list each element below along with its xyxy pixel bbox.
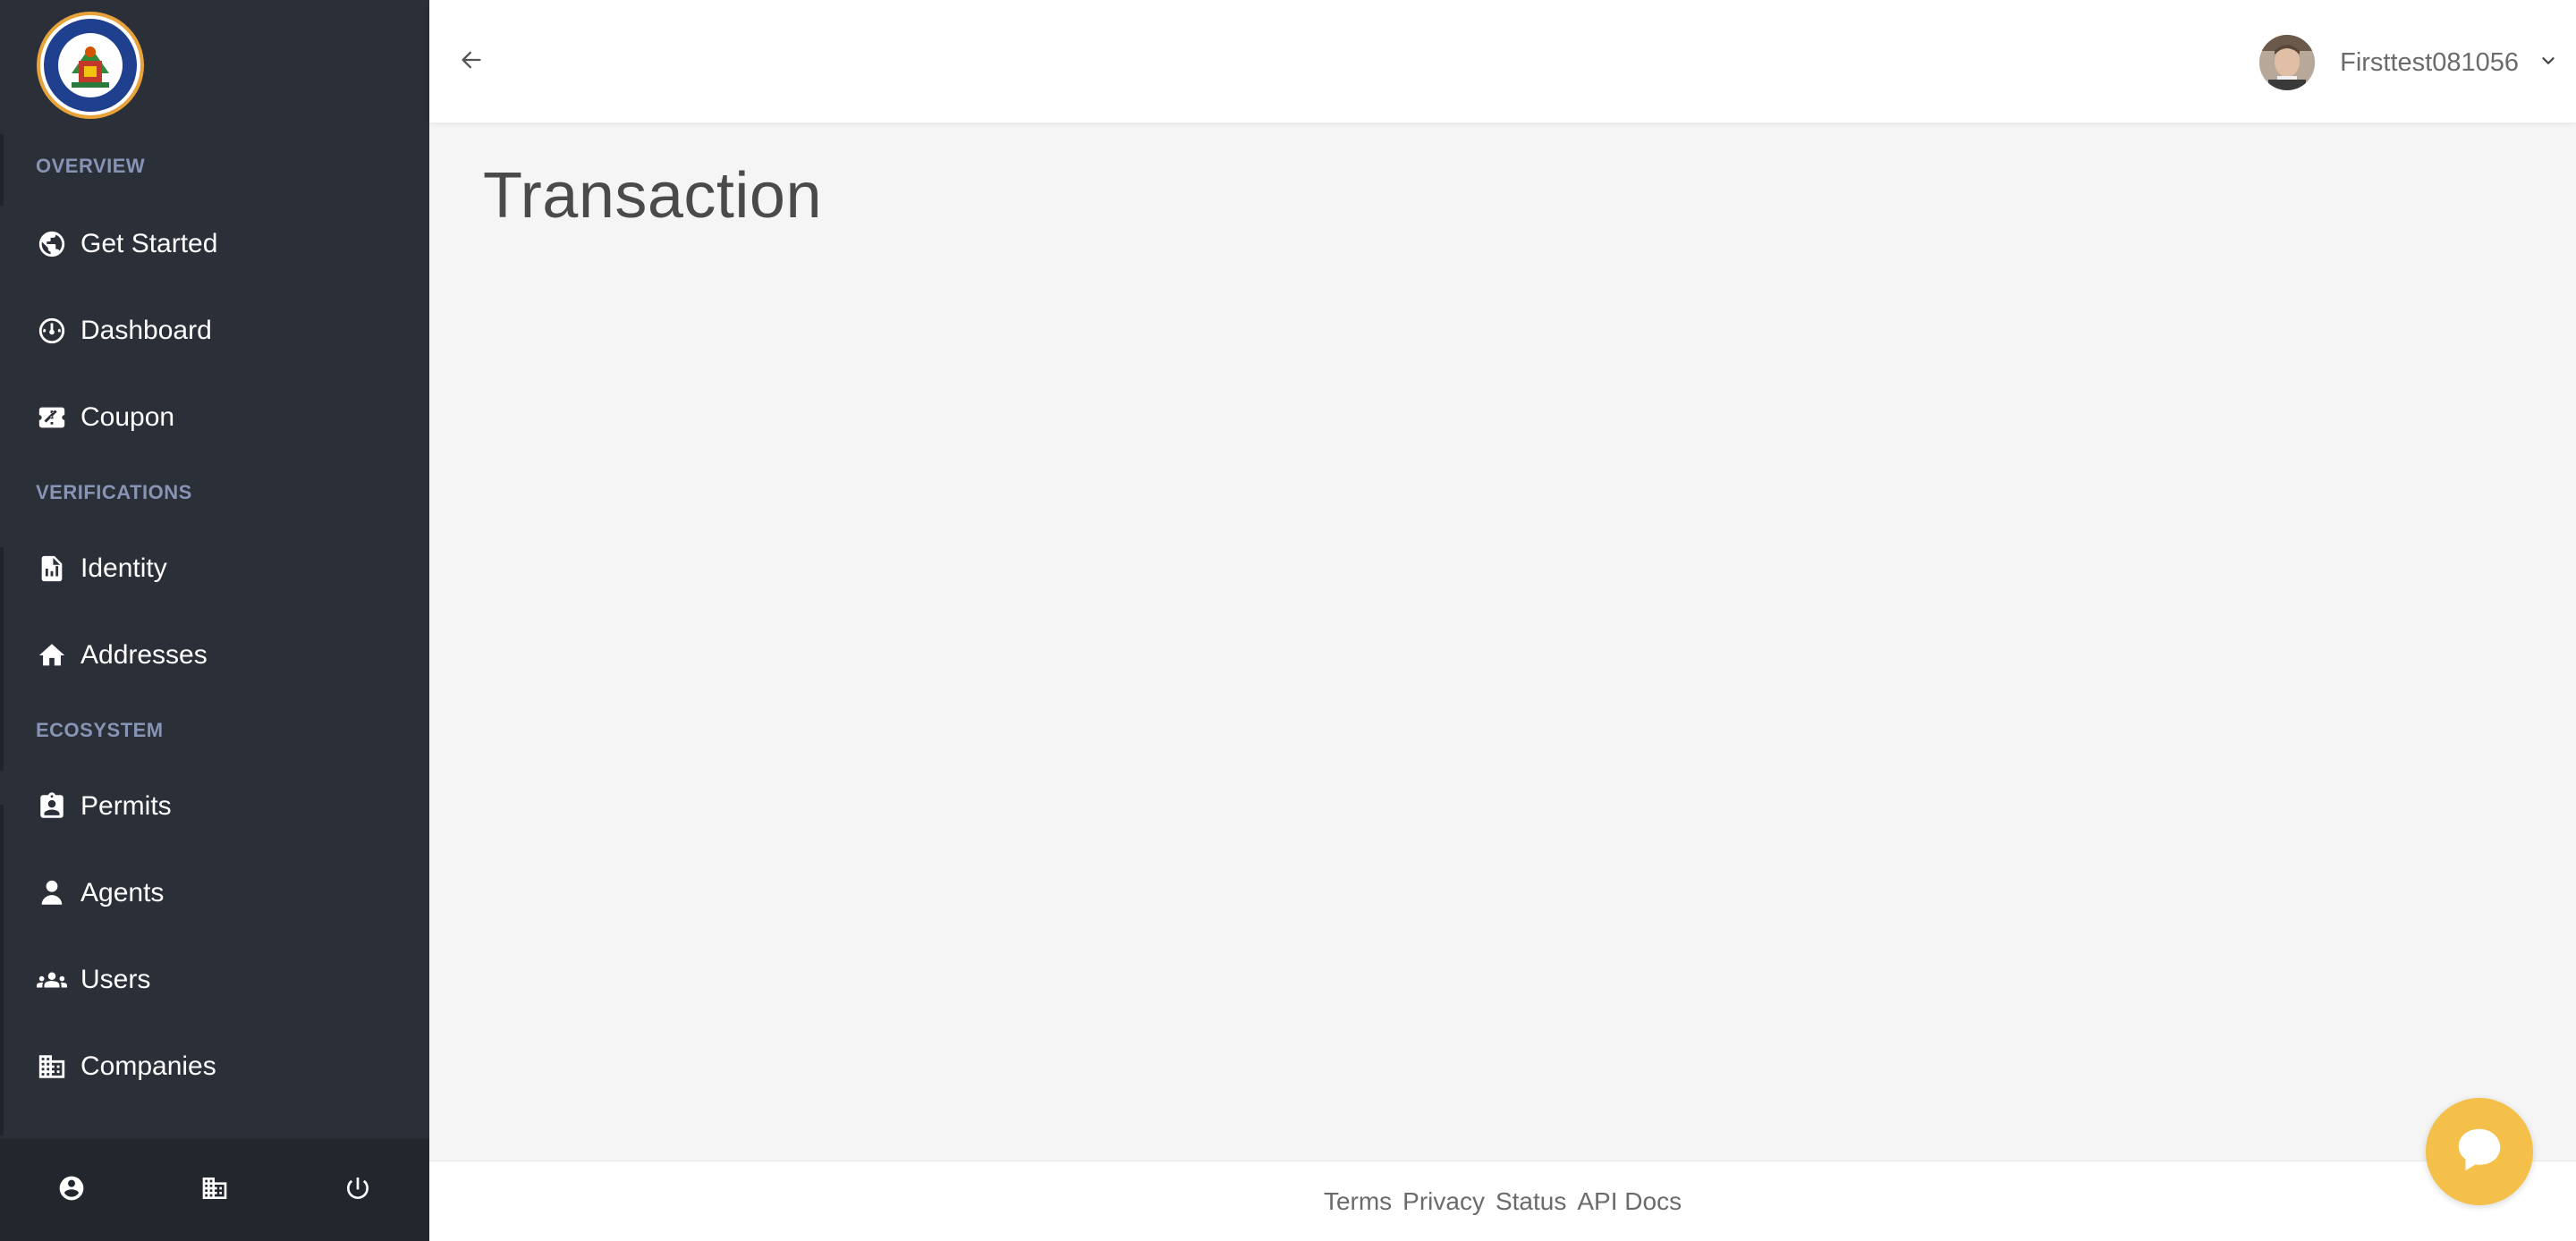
avatar (2259, 35, 2316, 90)
sidebar-item-coupon[interactable]: Coupon (0, 374, 429, 460)
brand-logo[interactable] (36, 11, 145, 120)
arrow-left-icon (459, 47, 484, 77)
home-icon (36, 639, 68, 671)
sidebar-item-label: Get Started (80, 228, 218, 258)
sidebar-item-get-started[interactable]: Get Started (0, 200, 429, 287)
sidebar-footer-bar (0, 1139, 429, 1241)
badge-icon (36, 790, 68, 823)
sidebar-item-permits[interactable]: Permits (0, 763, 429, 849)
account-circle-icon (57, 1174, 86, 1207)
sidebar-item-label: Addresses (80, 639, 208, 670)
company-button[interactable] (143, 1139, 286, 1241)
building-icon (36, 1051, 68, 1083)
sidebar-item-dashboard[interactable]: Dashboard (0, 287, 429, 374)
account-button[interactable] (0, 1139, 143, 1241)
power-icon (343, 1174, 372, 1207)
section-label-verifications: VERIFICATIONS (36, 481, 192, 503)
sidebar-item-users[interactable]: Users (0, 936, 429, 1023)
sidebar-item-label: Users (80, 964, 151, 994)
document-chart-icon (36, 553, 68, 585)
speedometer-icon (36, 315, 68, 347)
footer-link-api-docs[interactable]: API Docs (1577, 1187, 1682, 1216)
sidebar-item-label: Coupon (80, 401, 175, 432)
footer-link-terms[interactable]: Terms (1324, 1187, 1392, 1216)
chevron-down-icon (2538, 51, 2558, 75)
building-icon (200, 1174, 229, 1207)
chat-launcher-button[interactable] (2426, 1098, 2533, 1205)
sidebar-item-label: Identity (80, 553, 167, 583)
chat-bubble-icon (2452, 1122, 2507, 1182)
sidebar: OVERVIEW Get Started Dashboard Coupon VE… (0, 0, 429, 1241)
username: Firsttest081056 (2340, 47, 2519, 77)
agent-icon (36, 877, 68, 909)
sidebar-item-label: Dashboard (80, 315, 212, 345)
page-footer: Terms Privacy Status API Docs (429, 1161, 2576, 1241)
sidebar-item-identity[interactable]: Identity (0, 525, 429, 612)
user-menu[interactable]: Firsttest081056 (2259, 34, 2558, 91)
sidebar-nav: OVERVIEW Get Started Dashboard Coupon VE… (0, 134, 429, 1110)
page-title: Transaction (483, 160, 822, 232)
sidebar-item-label: Permits (80, 790, 172, 821)
coupon-icon (36, 401, 68, 434)
sidebar-item-label: Agents (80, 877, 165, 908)
sidebar-item-agents[interactable]: Agents (0, 849, 429, 936)
back-button[interactable] (453, 43, 490, 80)
section-label-ecosystem: ECOSYSTEM (36, 719, 164, 741)
footer-link-status[interactable]: Status (1496, 1187, 1566, 1216)
top-header: Firsttest081056 (429, 0, 2576, 122)
users-icon (36, 964, 68, 996)
section-label-overview: OVERVIEW (36, 155, 146, 177)
sidebar-item-companies[interactable]: Companies (0, 1023, 429, 1110)
footer-link-privacy[interactable]: Privacy (1402, 1187, 1485, 1216)
sidebar-item-addresses[interactable]: Addresses (0, 612, 429, 698)
logout-button[interactable] (286, 1139, 429, 1241)
sidebar-item-label: Companies (80, 1051, 216, 1081)
globe-icon (36, 228, 68, 260)
